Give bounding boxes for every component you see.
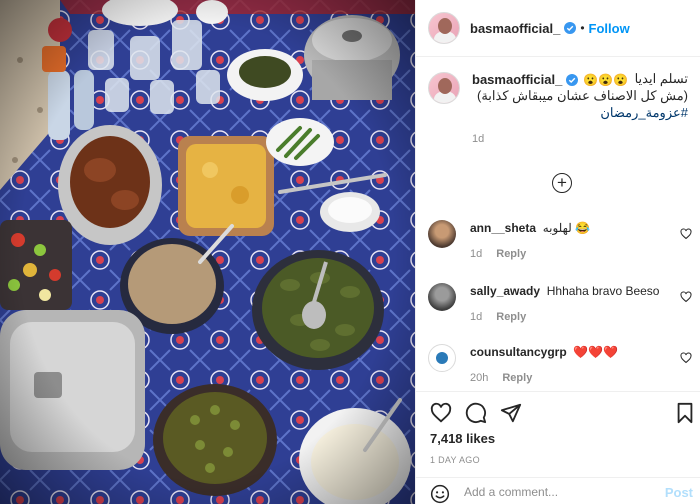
heart-icon[interactable] — [430, 402, 452, 424]
likes-count[interactable]: 7,418 likes — [430, 431, 495, 446]
caption-time[interactable]: 1d — [472, 133, 688, 145]
comment-text: ❤️❤️❤️ — [573, 345, 619, 359]
bookmark-icon[interactable] — [674, 402, 696, 424]
verified-badge-icon — [564, 22, 577, 34]
heart-icon[interactable] — [680, 352, 692, 364]
comment-item: counsultancygrp ❤️❤️❤️ 20h Reply — [428, 344, 694, 384]
verified-badge-icon — [566, 73, 579, 86]
follow-button[interactable]: Follow — [589, 21, 630, 36]
author-username[interactable]: basmaofficial_ — [470, 21, 560, 36]
comment-item: sally_awady Hhhaha bravo Beeso 1d Reply — [428, 283, 694, 323]
emoji-icon[interactable] — [430, 484, 450, 504]
post-header: basmaofficial_ • Follow — [416, 0, 700, 57]
commenter-avatar[interactable] — [428, 283, 456, 311]
caption-author-avatar[interactable] — [428, 72, 460, 104]
separator-dot: • — [580, 21, 585, 35]
commenter-avatar[interactable] — [428, 220, 456, 248]
comment-icon[interactable] — [465, 402, 487, 424]
comment-item: ann__sheta لهلوبه 😂 1d Reply — [428, 220, 694, 260]
author-avatar[interactable] — [428, 12, 460, 44]
caption-hashtag[interactable]: #عزومة_رمضان — [472, 104, 688, 121]
post-comment-button[interactable]: Post — [665, 485, 693, 500]
post-date[interactable]: 1 DAY AGO — [430, 455, 480, 465]
comment-text: Hhhaha bravo Beeso — [546, 284, 660, 298]
post-photo[interactable] — [0, 0, 415, 504]
caption-emoji: 😮😮😮 — [583, 72, 629, 87]
caption-body: basmaofficial_ 😮😮😮 تسلم ايديا (مش كل الا… — [472, 71, 688, 145]
comment-input[interactable] — [464, 482, 654, 502]
commenter-username[interactable]: sally_awady — [470, 284, 540, 298]
heart-icon[interactable] — [680, 228, 692, 240]
caption-text-line2: (مش كل الاصناف عشان ميبقاش كذابة) — [476, 88, 688, 103]
reply-button[interactable]: Reply — [496, 248, 526, 260]
comment-text: لهلوبه 😂 — [542, 221, 591, 235]
heart-icon[interactable] — [680, 291, 692, 303]
food-table-image — [0, 0, 415, 504]
commenter-username[interactable]: ann__sheta — [470, 221, 536, 235]
commenter-avatar[interactable] — [428, 344, 456, 372]
load-more-comments-button[interactable]: + — [552, 173, 572, 193]
commenter-username[interactable]: counsultancygrp — [470, 345, 567, 359]
reply-button[interactable]: Reply — [496, 311, 526, 323]
post-details-panel: basmaofficial_ • Follow basmaofficial_ 😮… — [415, 0, 700, 504]
reply-button[interactable]: Reply — [502, 372, 532, 384]
caption: basmaofficial_ 😮😮😮 تسلم ايديا (مش كل الا… — [428, 71, 688, 145]
caption-author-username[interactable]: basmaofficial_ — [472, 72, 562, 87]
plus-circle-icon: + — [557, 172, 567, 192]
add-comment-bar: Post — [416, 477, 700, 504]
comment-time[interactable]: 1d — [470, 311, 482, 323]
comment-time[interactable]: 20h — [470, 372, 488, 384]
share-icon[interactable] — [500, 402, 522, 424]
post-actions: 7,418 likes 1 DAY AGO Post — [416, 391, 700, 504]
comment-time[interactable]: 1d — [470, 248, 482, 260]
